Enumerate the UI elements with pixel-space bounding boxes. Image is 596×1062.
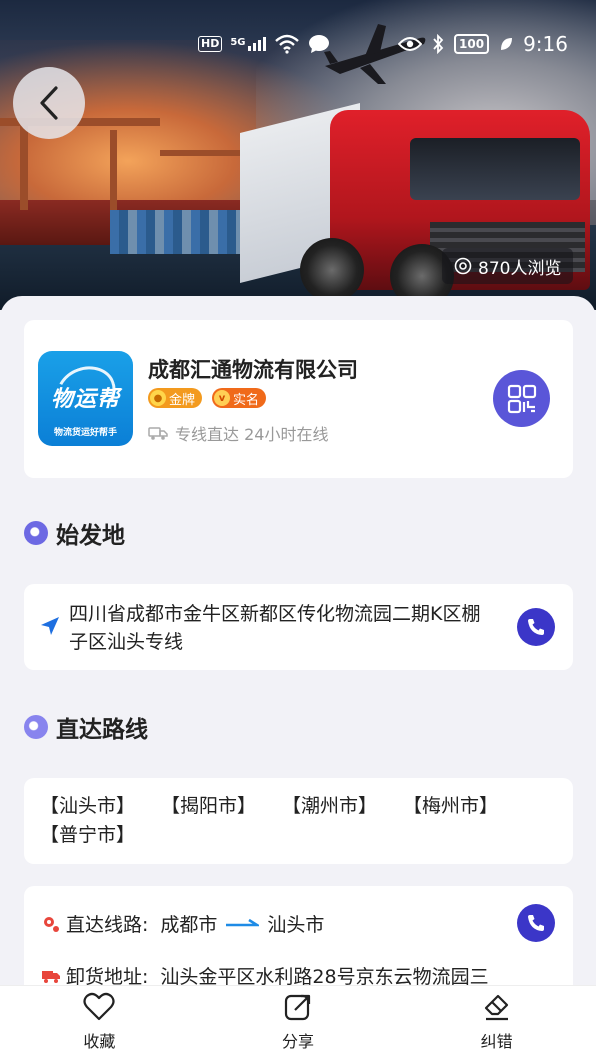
medal-icon: ● (150, 390, 166, 406)
bluetooth-icon (433, 34, 444, 54)
network-type: 5G (230, 37, 246, 48)
origin-title: 始发地 (56, 523, 125, 549)
qr-code-icon (507, 384, 536, 413)
hero-truck-windshield (410, 138, 580, 200)
signal-icon: 5G (230, 37, 266, 51)
logo-text: 物运帮 (50, 387, 120, 412)
battery-icon: 100 (454, 34, 490, 54)
share-label: 分享 (282, 1032, 315, 1051)
logo-subtext: 物流货运好帮手 (53, 428, 117, 438)
route-city-list: 【汕头市】 【揭阳市】 【潮州市】 【梅州市】 【普宁市】 (40, 794, 560, 848)
favorite-label: 收藏 (83, 1032, 116, 1051)
unload-value: 汕头金平区水利路28号京东云物流园三 (160, 966, 489, 988)
verified-v-icon: v (214, 390, 231, 406)
heart-icon (83, 992, 115, 1021)
route-city: 【梅州市】 (403, 795, 499, 817)
hero-containers (110, 210, 240, 254)
route-pin-icon (24, 715, 48, 739)
direct-line-row: 直达线路: 成都市 汕头市 (40, 910, 324, 937)
navigation-arrow-icon (41, 617, 59, 635)
report-error-button[interactable]: 纠错 (397, 986, 596, 1062)
qr-code-button[interactable] (493, 370, 550, 427)
route-city: 【揭阳市】 (161, 795, 257, 817)
origin-card: 四川省成都市金牛区新都区传化物流园二期K区棚子区汕头专线 (24, 584, 573, 670)
eye-icon (398, 37, 423, 51)
back-button[interactable] (13, 67, 85, 139)
call-line-button[interactable] (517, 904, 555, 942)
phone-icon (528, 915, 544, 931)
share-icon (284, 994, 311, 1021)
route-city: 【汕头市】 (40, 795, 136, 817)
chevron-left-icon (40, 86, 58, 120)
unload-address-row: 卸货地址: 汕头金平区水利路28号京东云物流园三 (40, 962, 489, 989)
company-name: 成都汇通物流有限公司 (148, 358, 358, 382)
hero-truck-wheel (300, 238, 364, 302)
verified-badge: v 实名 (212, 388, 267, 408)
direct-line-label: 直达线路: (66, 914, 149, 936)
section-title-origin: 始发地 (24, 516, 125, 550)
gold-badge-label: 金牌 (169, 392, 196, 408)
company-card: 物运帮 物流货运好帮手 成都汇通物流有限公司 ● 金牌 v 实名 专线直达 24… (24, 320, 573, 478)
route-arrow-icon (226, 918, 260, 926)
route-marker-icon (44, 916, 59, 932)
company-badges: ● 金牌 v 实名 (148, 388, 267, 408)
views-badge: 870人浏览 (442, 248, 574, 284)
report-label: 纠错 (480, 1032, 513, 1051)
routes-card: 【汕头市】 【揭阳市】 【潮州市】 【梅州市】 【普宁市】 (24, 778, 573, 864)
unload-label: 卸货地址: (66, 966, 149, 988)
tagline-text: 专线直达 24小时在线 (175, 425, 329, 444)
wifi-icon (274, 34, 299, 54)
call-origin-button[interactable] (517, 608, 555, 646)
hero-crane (110, 130, 117, 210)
routes-title: 直达路线 (56, 717, 148, 743)
views-count: 870人浏览 (478, 258, 562, 279)
section-title-routes: 直达路线 (24, 710, 148, 744)
company-tagline: 专线直达 24小时在线 (148, 421, 328, 445)
phone-icon (528, 619, 544, 635)
share-button[interactable]: 分享 (199, 986, 398, 1062)
delivery-truck-icon (42, 970, 60, 983)
bottom-action-bar: 收藏 分享 纠错 (0, 986, 596, 1062)
gold-badge: ● 金牌 (148, 388, 203, 408)
origin-address: 四川省成都市金牛区新都区传化物流园二期K区棚子区汕头专线 (69, 603, 481, 653)
eye-icon (454, 257, 472, 275)
chat-bubble-icon (308, 35, 329, 53)
location-pin-icon (24, 521, 48, 545)
hero-crane (20, 120, 28, 210)
eraser-icon (484, 994, 508, 1021)
route-city: 【普宁市】 (40, 824, 136, 846)
leaf-icon (501, 38, 513, 50)
verified-badge-label: 实名 (233, 392, 260, 408)
status-bar-left: HD 5G (198, 30, 330, 58)
clock: 9:16 (523, 32, 568, 56)
hd-indicator: HD (198, 36, 223, 52)
truck-icon (148, 427, 168, 440)
company-logo: 物运帮 物流货运好帮手 (38, 351, 133, 446)
hero-crane-arm (160, 150, 250, 156)
route-city: 【潮州市】 (282, 795, 378, 817)
favorite-button[interactable]: 收藏 (0, 986, 199, 1062)
direct-line-from: 成都市 (160, 914, 218, 936)
direct-line-to: 汕头市 (267, 914, 325, 936)
status-bar-right: 100 9:16 (398, 30, 568, 58)
